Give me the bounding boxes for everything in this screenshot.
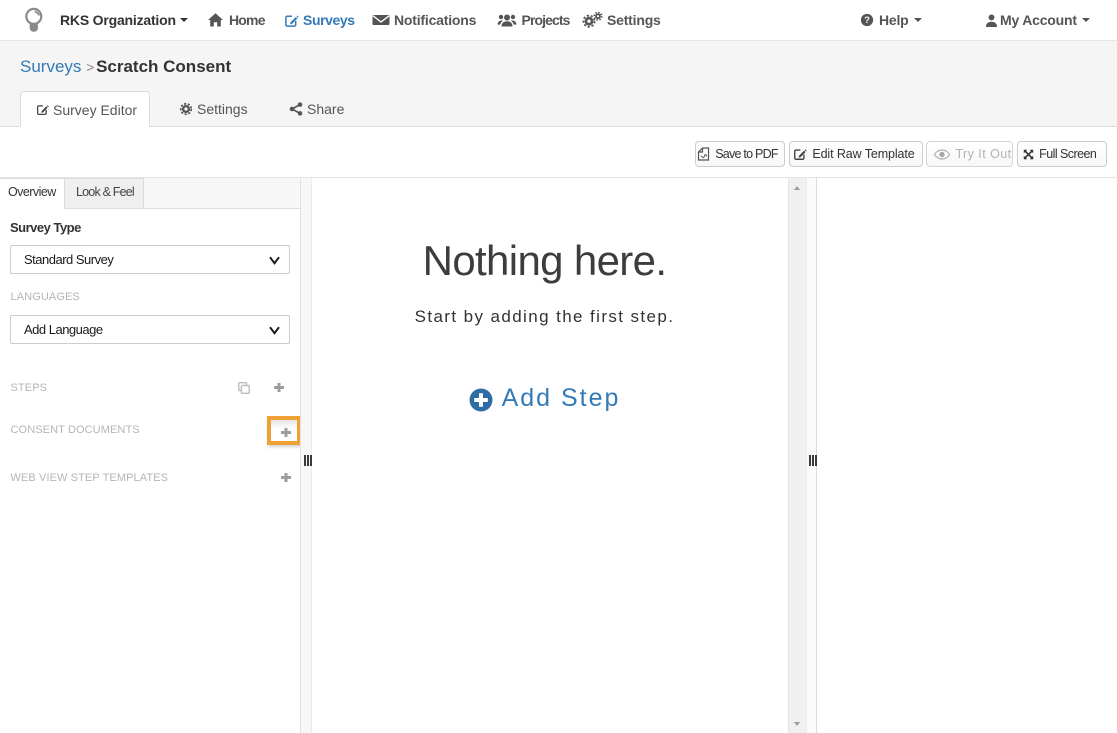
svg-text:?: ? <box>864 15 870 25</box>
